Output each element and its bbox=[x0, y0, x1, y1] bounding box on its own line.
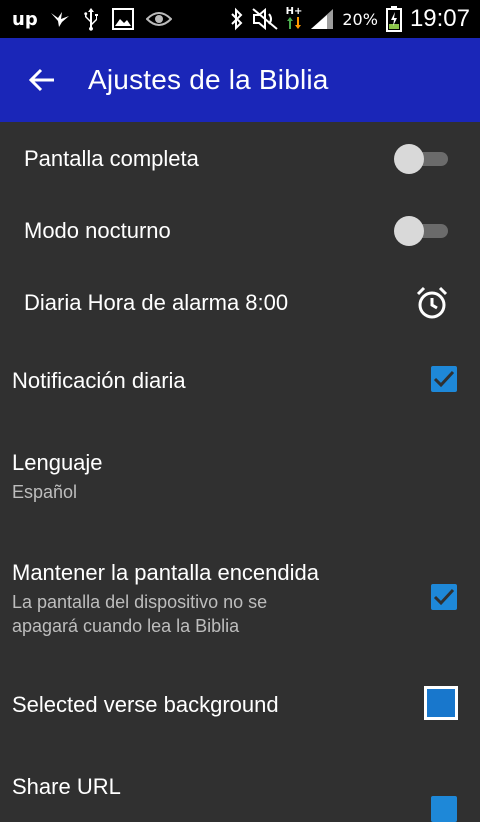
up-icon: up bbox=[12, 8, 38, 30]
setting-label: Selected verse background bbox=[12, 692, 279, 717]
back-button[interactable] bbox=[24, 62, 60, 98]
hplus-data-icon: H+ bbox=[285, 5, 303, 32]
night-mode-switch[interactable] bbox=[394, 216, 450, 246]
setting-keep-screen-on[interactable]: Mantener la pantalla encendida La pantal… bbox=[0, 540, 480, 662]
eye-icon bbox=[145, 10, 172, 28]
keep-screen-on-checkbox[interactable] bbox=[431, 584, 457, 610]
checkmark-icon bbox=[433, 370, 455, 388]
setting-selected-verse-background[interactable]: Selected verse background bbox=[0, 662, 480, 748]
mute-icon bbox=[251, 8, 278, 30]
setting-daily-notification[interactable]: Notificación diaria bbox=[0, 338, 480, 422]
status-bar: up H+ 20% 19:07 bbox=[0, 0, 480, 38]
setting-language[interactable]: Lenguaje Español bbox=[0, 422, 480, 540]
setting-label: Diaria Hora de alarma 8:00 bbox=[24, 290, 289, 315]
verse-background-color-swatch[interactable] bbox=[424, 686, 458, 720]
setting-share-url[interactable]: Share URL bbox=[0, 748, 480, 822]
usb-icon bbox=[82, 7, 100, 31]
setting-night-mode[interactable]: Modo nocturno bbox=[0, 194, 480, 266]
setting-summary-line2: apagará cuando lea la Biblia bbox=[12, 616, 240, 636]
arrow-left-icon bbox=[29, 68, 54, 92]
battery-charging-icon bbox=[385, 6, 402, 32]
fullscreen-switch[interactable] bbox=[394, 144, 450, 174]
alarm-clock-icon[interactable] bbox=[416, 286, 448, 325]
daily-notification-checkbox[interactable] bbox=[431, 366, 457, 392]
bird-icon bbox=[50, 10, 70, 28]
setting-label: Lenguaje bbox=[12, 450, 103, 475]
language-value: Español bbox=[12, 482, 78, 502]
setting-fullscreen[interactable]: Pantalla completa bbox=[0, 122, 480, 194]
network-type-label: H+ bbox=[285, 5, 303, 17]
clock: 19:07 bbox=[409, 5, 470, 32]
app-bar: Ajustes de la Biblia bbox=[0, 38, 480, 122]
setting-summary-line1: La pantalla del dispositivo no se bbox=[12, 592, 268, 612]
checkmark-icon bbox=[433, 588, 455, 606]
bluetooth-icon bbox=[230, 7, 244, 31]
page-title: Ajustes de la Biblia bbox=[88, 64, 329, 95]
setting-label: Pantalla completa bbox=[24, 146, 199, 171]
setting-label: Notificación diaria bbox=[12, 368, 186, 393]
setting-label: Share URL bbox=[12, 774, 121, 799]
setting-label: Mantener la pantalla encendida bbox=[12, 560, 320, 585]
setting-daily-alarm[interactable]: Diaria Hora de alarma 8:00 bbox=[0, 266, 480, 338]
image-icon bbox=[111, 8, 134, 30]
battery-percent: 20% bbox=[342, 9, 378, 29]
setting-label: Modo nocturno bbox=[24, 218, 171, 243]
signal-icon bbox=[310, 8, 334, 30]
